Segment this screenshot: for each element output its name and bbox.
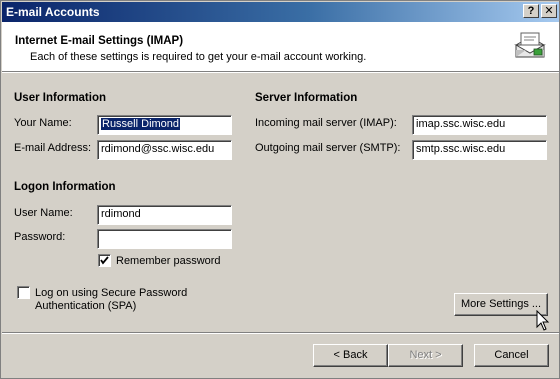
your-name-field[interactable]: Russell Dimond xyxy=(97,115,232,135)
close-button[interactable]: ✕ xyxy=(541,4,557,18)
back-button[interactable]: < Back xyxy=(313,344,388,367)
checkmark-icon xyxy=(100,256,109,265)
remember-password-label: Remember password xyxy=(116,255,221,267)
spa-checkbox[interactable] xyxy=(17,286,30,299)
email-address-field[interactable]: rdimond@ssc.wisc.edu xyxy=(97,140,232,160)
header-separator xyxy=(2,71,559,73)
outgoing-server-label: Outgoing mail server (SMTP): xyxy=(255,142,401,154)
cancel-button[interactable]: Cancel xyxy=(474,344,549,367)
help-button[interactable]: ? xyxy=(523,4,539,18)
email-address-label: E-mail Address: xyxy=(14,142,92,154)
your-name-label: Your Name: xyxy=(14,117,72,129)
mail-envelope-icon xyxy=(514,32,546,58)
password-label: Password: xyxy=(14,231,66,243)
more-settings-button[interactable]: More Settings ... xyxy=(454,293,548,316)
incoming-server-label: Incoming mail server (IMAP): xyxy=(255,117,397,129)
user-info-heading: User Information xyxy=(14,92,107,104)
spa-label-line2: Authentication (SPA) xyxy=(35,300,137,312)
spa-label-line1: Log on using Secure Password xyxy=(35,287,188,299)
remember-password-checkbox[interactable] xyxy=(98,254,111,267)
header-subtitle: Each of these settings is required to ge… xyxy=(30,51,367,63)
logon-info-heading: Logon Information xyxy=(14,181,116,193)
mouse-cursor-icon xyxy=(536,310,550,331)
server-info-heading: Server Information xyxy=(255,92,358,104)
dialog-header: Internet E-mail Settings (IMAP) Each of … xyxy=(2,22,559,71)
password-field[interactable] xyxy=(97,229,232,249)
footer-separator xyxy=(2,332,559,334)
header-title: Internet E-mail Settings (IMAP) xyxy=(15,35,184,47)
close-icon: ✕ xyxy=(544,5,554,17)
title-bar: E-mail Accounts ? ✕ xyxy=(2,2,559,22)
user-name-field[interactable]: rdimond xyxy=(97,205,232,225)
incoming-server-field[interactable]: imap.ssc.wisc.edu xyxy=(412,115,547,135)
email-accounts-dialog: E-mail Accounts ? ✕ Internet E-mail Sett… xyxy=(0,0,560,379)
your-name-value: Russell Dimond xyxy=(101,118,181,130)
window-title: E-mail Accounts xyxy=(6,5,100,19)
user-name-label: User Name: xyxy=(14,207,73,219)
next-button[interactable]: Next > xyxy=(388,344,463,367)
outgoing-server-field[interactable]: smtp.ssc.wisc.edu xyxy=(412,140,547,160)
